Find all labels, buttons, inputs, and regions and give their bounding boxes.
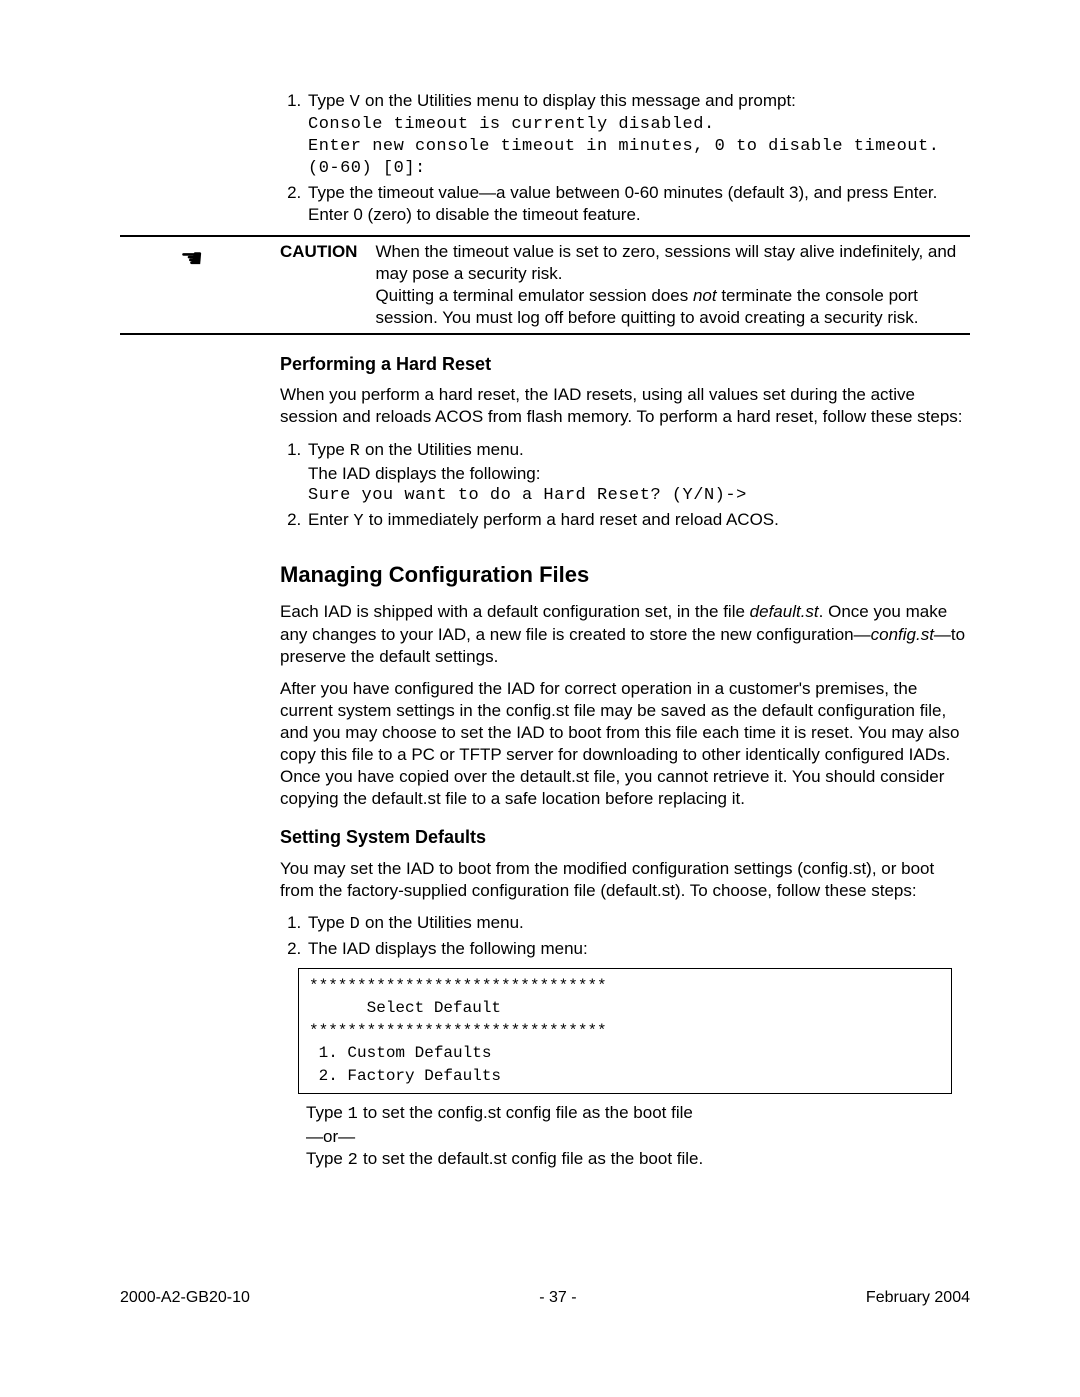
footer-right: February 2004: [866, 1288, 970, 1309]
hr-step2: Enter Y to immediately perform a hard re…: [306, 509, 970, 533]
hr2-pre: Enter: [308, 510, 353, 529]
hard-reset-intro: When you perform a hard reset, the IAD r…: [280, 384, 970, 428]
d1-key: D: [350, 915, 361, 934]
caution-line2: Quitting a terminal emulator session doe…: [375, 285, 970, 329]
step1-pre: Type: [308, 91, 350, 110]
mp1a: Each IAD is shipped with a default confi…: [280, 602, 750, 621]
hr1-pre: Type: [308, 440, 350, 459]
hard-reset-steps: Type R on the Utilities menu. The IAD di…: [280, 439, 970, 533]
caution-icon: ☚: [180, 245, 203, 271]
aft2b: to set the default.st config file as the…: [358, 1149, 703, 1168]
caution-inner: CAUTION When the timeout value is set to…: [280, 237, 970, 333]
hr1-line2: The IAD displays the following:: [308, 463, 970, 485]
footer-center: - 37 -: [539, 1288, 576, 1309]
def-step1: Type D on the Utilities menu.: [306, 912, 970, 936]
aft-or: —or—: [306, 1126, 970, 1148]
d1-post: on the Utilities menu.: [360, 913, 523, 932]
d1-pre: Type: [308, 913, 350, 932]
aft1: Type 1 to set the config.st config file …: [306, 1102, 970, 1126]
menu-box: ******************************* Select D…: [298, 968, 952, 1094]
caution-not: not: [693, 286, 717, 305]
caution-text: When the timeout value is set to zero, s…: [375, 241, 970, 329]
def-step2: The IAD displays the following menu:: [306, 938, 970, 960]
hr2-key: Y: [353, 512, 364, 531]
defaults-intro: You may set the IAD to boot from the mod…: [280, 858, 970, 902]
mp1file2: config.st: [871, 625, 934, 644]
aft2: Type 2 to set the default.st config file…: [306, 1148, 970, 1172]
caution-label: CAUTION: [280, 241, 375, 329]
managing-heading: Managing Configuration Files: [280, 561, 970, 590]
aft1key: 1: [348, 1105, 359, 1124]
defaults-heading: Setting System Defaults: [280, 826, 970, 849]
page-footer: 2000-A2-GB20-10 - 37 - February 2004: [120, 1288, 970, 1309]
caution-line1: When the timeout value is set to zero, s…: [375, 241, 970, 285]
caution-l2a: Quitting a terminal emulator session doe…: [375, 286, 693, 305]
aft2a: Type: [306, 1149, 348, 1168]
hr1-code: Sure you want to do a Hard Reset? (Y/N)-…: [308, 485, 970, 507]
hr-step1: Type R on the Utilities menu. The IAD di…: [306, 439, 970, 507]
managing-p2: After you have configured the IAD for co…: [280, 678, 970, 811]
page: Type V on the Utilities menu to display …: [0, 0, 1080, 1397]
step1-code1: Console timeout is currently disabled.: [308, 114, 970, 136]
hr1-post: on the Utilities menu.: [360, 440, 523, 459]
step1-post: on the Utilities menu to display this me…: [360, 91, 796, 110]
managing-p1: Each IAD is shipped with a default confi…: [280, 601, 970, 667]
aft1a: Type: [306, 1103, 348, 1122]
hr1-key: R: [350, 442, 361, 461]
step-1: Type V on the Utilities menu to display …: [306, 90, 970, 180]
mp1file: default.st: [750, 602, 819, 621]
step-2: Type the timeout value—a value between 0…: [306, 182, 970, 226]
defaults-after: Type 1 to set the config.st config file …: [306, 1102, 970, 1172]
top-steps: Type V on the Utilities menu to display …: [280, 90, 970, 227]
step-list-top: Type V on the Utilities menu to display …: [280, 90, 970, 227]
aft2key: 2: [348, 1151, 359, 1170]
defaults-steps: Type D on the Utilities menu. The IAD di…: [280, 912, 970, 960]
hard-reset-heading: Performing a Hard Reset: [280, 353, 970, 376]
hr2-post: to immediately perform a hard reset and …: [364, 510, 779, 529]
aft1b: to set the config.st config file as the …: [358, 1103, 693, 1122]
footer-left: 2000-A2-GB20-10: [120, 1288, 250, 1309]
caution-box: ☚ CAUTION When the timeout value is set …: [120, 235, 970, 335]
step1-code2: Enter new console timeout in minutes, 0 …: [308, 136, 970, 180]
step1-key: V: [350, 93, 361, 112]
hard-reset-section: Performing a Hard Reset When you perform…: [280, 353, 970, 1172]
